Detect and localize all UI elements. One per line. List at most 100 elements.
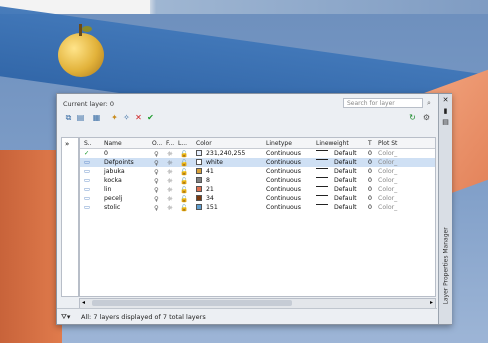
new-layer-icon[interactable]: ✦ <box>109 112 120 123</box>
search-input[interactable]: Search for layer <box>343 98 423 108</box>
lock-icon[interactable]: 🔓 <box>180 159 188 167</box>
status-icon: ▭ <box>84 168 90 175</box>
table-row[interactable]: ▭ jabuka ♀ ☼ 🔓 41 Continuous Default 0 C… <box>80 167 435 176</box>
scroll-left-icon[interactable]: ◂ <box>82 299 85 306</box>
palette-vertical-title-container: Layer Properties Manager <box>441 154 451 314</box>
scroll-right-icon[interactable]: ▸ <box>430 299 433 306</box>
linetype-value: Continuous <box>266 204 301 211</box>
properties-icon[interactable]: ▤ <box>442 119 449 126</box>
table-row[interactable]: ✓ 0 ♀ ☼ 🔓 231,240,255 Continuous Default… <box>80 149 435 158</box>
refresh-icon[interactable]: ↻ <box>407 112 418 123</box>
freeze-sun-icon[interactable]: ☼ <box>167 186 173 194</box>
color-swatch[interactable] <box>196 195 202 201</box>
freeze-sun-icon[interactable]: ☼ <box>167 195 173 203</box>
table-row[interactable]: ▭ Defpoints ♀ ☼ 🔓 white Continuous Defau… <box>80 158 435 167</box>
linetype-value: Continuous <box>266 159 301 166</box>
transparency-value: 0 <box>368 186 372 193</box>
freeze-sun-icon[interactable]: ☼ <box>167 204 173 212</box>
color-value: 231,240,255 <box>206 150 246 157</box>
table-row[interactable]: ▭ lin ♀ ☼ 🔓 21 Continuous Default 0 Colo… <box>80 185 435 194</box>
on-bulb-icon[interactable]: ♀ <box>154 177 159 185</box>
on-bulb-icon[interactable]: ♀ <box>154 204 159 212</box>
status-text: All: 7 layers displayed of 7 total layer… <box>81 313 206 321</box>
col-name[interactable]: Name <box>104 140 122 147</box>
col-lineweight[interactable]: Lineweight <box>316 140 349 147</box>
plot-style-value: Color_ <box>378 195 398 202</box>
plot-style-value: Color_ <box>378 159 398 166</box>
col-transparency[interactable]: T <box>368 140 372 147</box>
lineweight-value: Default <box>334 150 357 157</box>
on-bulb-icon[interactable]: ♀ <box>154 150 159 158</box>
plot-style-value: Color_ <box>378 186 398 193</box>
close-icon[interactable]: ✕ <box>442 97 449 104</box>
autohide-icon[interactable]: ▮ <box>442 108 449 115</box>
table-row[interactable]: ▭ stolic ♀ ☼ 🔓 151 Continuous Default 0 … <box>80 203 435 212</box>
status-bar: ⛛▾ All: 7 layers displayed of 7 total la… <box>57 308 437 325</box>
layer-states-manager-icon[interactable]: ▦ <box>91 112 102 123</box>
layer-name: stolic <box>104 204 121 211</box>
col-status[interactable]: S.. <box>84 140 92 147</box>
color-swatch[interactable] <box>196 204 202 210</box>
lock-icon[interactable]: 🔓 <box>180 186 188 194</box>
on-bulb-icon[interactable]: ♀ <box>154 195 159 203</box>
current-layer-label: Current layer: 0 <box>63 100 115 108</box>
lineweight-line <box>316 186 328 187</box>
plot-style-value: Color_ <box>378 177 398 184</box>
linetype-value: Continuous <box>266 195 301 202</box>
lock-icon[interactable]: 🔓 <box>180 150 188 158</box>
col-color[interactable]: Color <box>196 140 212 147</box>
color-value: 41 <box>206 168 214 175</box>
transparency-value: 0 <box>368 159 372 166</box>
color-swatch[interactable] <box>196 150 202 156</box>
layer-name: Defpoints <box>104 159 134 166</box>
col-freeze[interactable]: F... <box>166 140 174 147</box>
on-bulb-icon[interactable]: ♀ <box>154 159 159 167</box>
table-row[interactable]: ▭ pecelj ♀ ☼ 🔓 34 Continuous Default 0 C… <box>80 194 435 203</box>
settings-icon[interactable]: ⚙ <box>421 112 432 123</box>
set-current-icon[interactable]: ✔ <box>145 112 156 123</box>
palette-toolbar: ⧉ ▤ ▦ ✦ ✧ ✕ ✔ ↻ ⚙ <box>57 111 437 125</box>
color-swatch[interactable] <box>196 186 202 192</box>
new-group-filter-icon[interactable]: ▤ <box>75 112 86 123</box>
scroll-thumb[interactable] <box>92 300 292 306</box>
lineweight-line <box>316 177 328 178</box>
col-lock[interactable]: L... <box>178 140 187 147</box>
layer-list[interactable]: S.. Name O... F... L... Color Linetype L… <box>79 137 436 297</box>
search-icon[interactable]: ⌕ <box>427 99 431 108</box>
plot-style-value: Color_ <box>378 150 398 157</box>
on-bulb-icon[interactable]: ♀ <box>154 186 159 194</box>
plot-style-value: Color_ <box>378 204 398 211</box>
freeze-sun-icon[interactable]: ☼ <box>167 168 173 176</box>
lock-icon[interactable]: 🔓 <box>180 195 188 203</box>
new-layer-vp-frozen-icon[interactable]: ✧ <box>121 112 132 123</box>
linetype-value: Continuous <box>266 150 301 157</box>
transparency-value: 0 <box>368 195 372 202</box>
col-linetype[interactable]: Linetype <box>266 140 292 147</box>
freeze-sun-icon[interactable]: ☼ <box>167 159 173 167</box>
lock-icon[interactable]: 🔓 <box>180 204 188 212</box>
on-bulb-icon[interactable]: ♀ <box>154 168 159 176</box>
status-icon: ▭ <box>84 204 90 211</box>
collapse-arrow-icon[interactable]: » <box>65 140 69 148</box>
filter-icon[interactable]: ⛛▾ <box>61 313 70 322</box>
palette-titlebar-vertical[interactable]: ✕ ▮ ▤ Layer Properties Manager <box>438 94 452 324</box>
color-swatch[interactable] <box>196 159 202 165</box>
color-swatch[interactable] <box>196 168 202 174</box>
apple-leaf <box>82 26 92 32</box>
lineweight-value: Default <box>334 159 357 166</box>
color-swatch[interactable] <box>196 177 202 183</box>
table-row[interactable]: ▭ kocka ♀ ☼ 🔓 8 Continuous Default 0 Col… <box>80 176 435 185</box>
col-plot-style[interactable]: Plot St <box>378 140 397 147</box>
lineweight-value: Default <box>334 204 357 211</box>
freeze-sun-icon[interactable]: ☼ <box>167 177 173 185</box>
layer-name: pecelj <box>104 195 123 202</box>
lineweight-line <box>316 159 328 160</box>
delete-layer-icon[interactable]: ✕ <box>133 112 144 123</box>
filter-tree-pane[interactable]: » <box>61 137 79 297</box>
lock-icon[interactable]: 🔓 <box>180 168 188 176</box>
freeze-sun-icon[interactable]: ☼ <box>167 150 173 158</box>
linetype-value: Continuous <box>266 186 301 193</box>
col-on[interactable]: O... <box>152 140 162 147</box>
lock-icon[interactable]: 🔓 <box>180 177 188 185</box>
new-property-filter-icon[interactable]: ⧉ <box>63 112 74 123</box>
